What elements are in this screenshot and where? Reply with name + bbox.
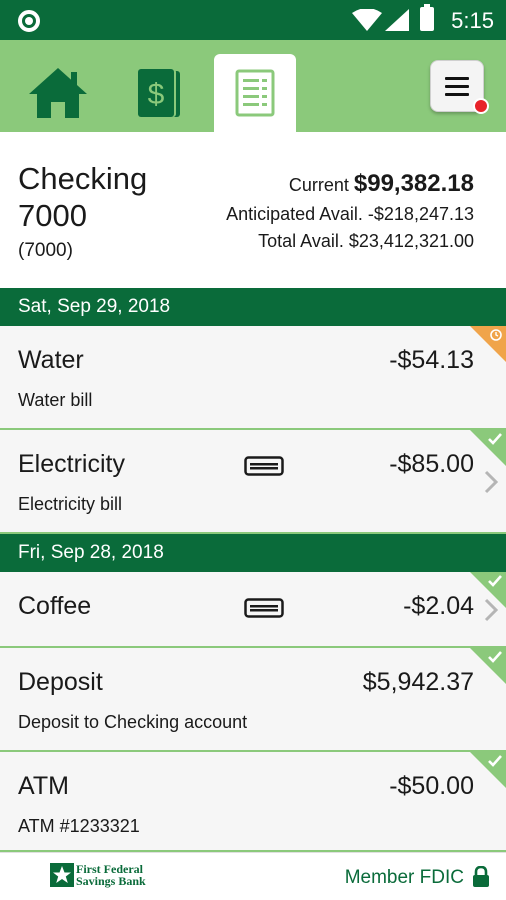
account-name: Checking 7000 [18,161,148,233]
nav-bar: $ [0,40,506,132]
transaction-title: Water [18,346,84,374]
bank-logo-icon [50,863,74,887]
transaction-amount: -$85.00 [389,450,474,478]
transaction-amount: -$2.04 [403,592,474,620]
status-bar: 5:15 [0,0,506,40]
transaction-description: ATM #1233321 [18,816,140,836]
checkmark-icon [488,651,502,663]
current-amount: $99,382.18 [353,170,474,197]
anticipated-balance: Anticipated Avail. -$218,247.13 [226,204,474,225]
home-icon [29,68,87,118]
logo-line-2: Savings Bank [76,874,146,888]
account-number: (7000) [18,240,73,261]
battery-icon [420,4,434,31]
transaction-amount: -$54.13 [389,346,474,374]
total-amount: $23,412,321.00 [348,231,474,251]
transaction-row[interactable]: Electricity Electricity bill -$85.00 [0,430,506,534]
transaction-title: ATM [18,772,69,800]
transaction-row[interactable]: ATM ATM #1233321 -$50.00 [0,752,506,852]
bank-logo: First Federal Savings Bank [50,863,146,887]
chevron-right-icon [484,598,498,622]
svg-text:$: $ [148,78,165,111]
transaction-description: Electricity bill [18,494,123,514]
notification-badge [473,98,489,114]
tab-register[interactable] [214,54,296,132]
transaction-row[interactable]: Water Water bill -$54.13 [0,326,506,430]
checkmark-icon [488,575,502,587]
transaction-description: Deposit to Checking account [18,712,248,732]
footer: First Federal Savings Bank Member FDIC [0,852,506,900]
total-balance: Total Avail. $23,412,321.00 [258,231,474,252]
checkmark-icon [488,433,502,445]
checkmark-icon [488,755,502,767]
bank-logo-text: First Federal Savings Bank [76,863,146,887]
fdic-label: Member FDIC [344,867,464,888]
transaction-row[interactable]: Coffee -$2.04 [0,572,506,648]
wifi-icon [352,9,382,31]
account-summary: Checking 7000 (7000) Current $99,382.18 … [0,132,506,288]
transaction-row[interactable]: Deposit Deposit to Checking account $5,9… [0,648,506,752]
card-icon [244,456,284,476]
notification-icon [18,10,40,32]
hamburger-icon [445,77,469,96]
transaction-amount: -$50.00 [389,772,474,800]
transaction-title: Deposit [18,668,103,696]
anticipated-label: Anticipated Avail. [226,204,363,224]
transaction-title: Electricity [18,450,125,478]
register-icon [235,69,275,117]
tab-home[interactable] [18,54,98,132]
transaction-title: Coffee [18,592,92,620]
clock-icon [490,329,502,341]
chevron-right-icon [484,470,498,494]
transaction-description: Water bill [18,390,93,410]
dollar-icon: $ [138,69,180,117]
current-label: Current [288,175,349,195]
date-header: Fri, Sep 28, 2018 [0,534,506,572]
lock-icon [473,866,489,887]
anticipated-amount: -$218,247.13 [367,204,474,224]
total-label: Total Avail. [258,231,344,251]
card-icon [244,598,284,618]
transaction-amount: $5,942.37 [362,668,474,696]
tab-accounts[interactable]: $ [118,54,198,132]
clock: 5:15 [451,8,494,33]
signal-icon [385,9,409,31]
current-balance: Current $99,382.18 [289,170,474,198]
date-header: Sat, Sep 29, 2018 [0,288,506,326]
